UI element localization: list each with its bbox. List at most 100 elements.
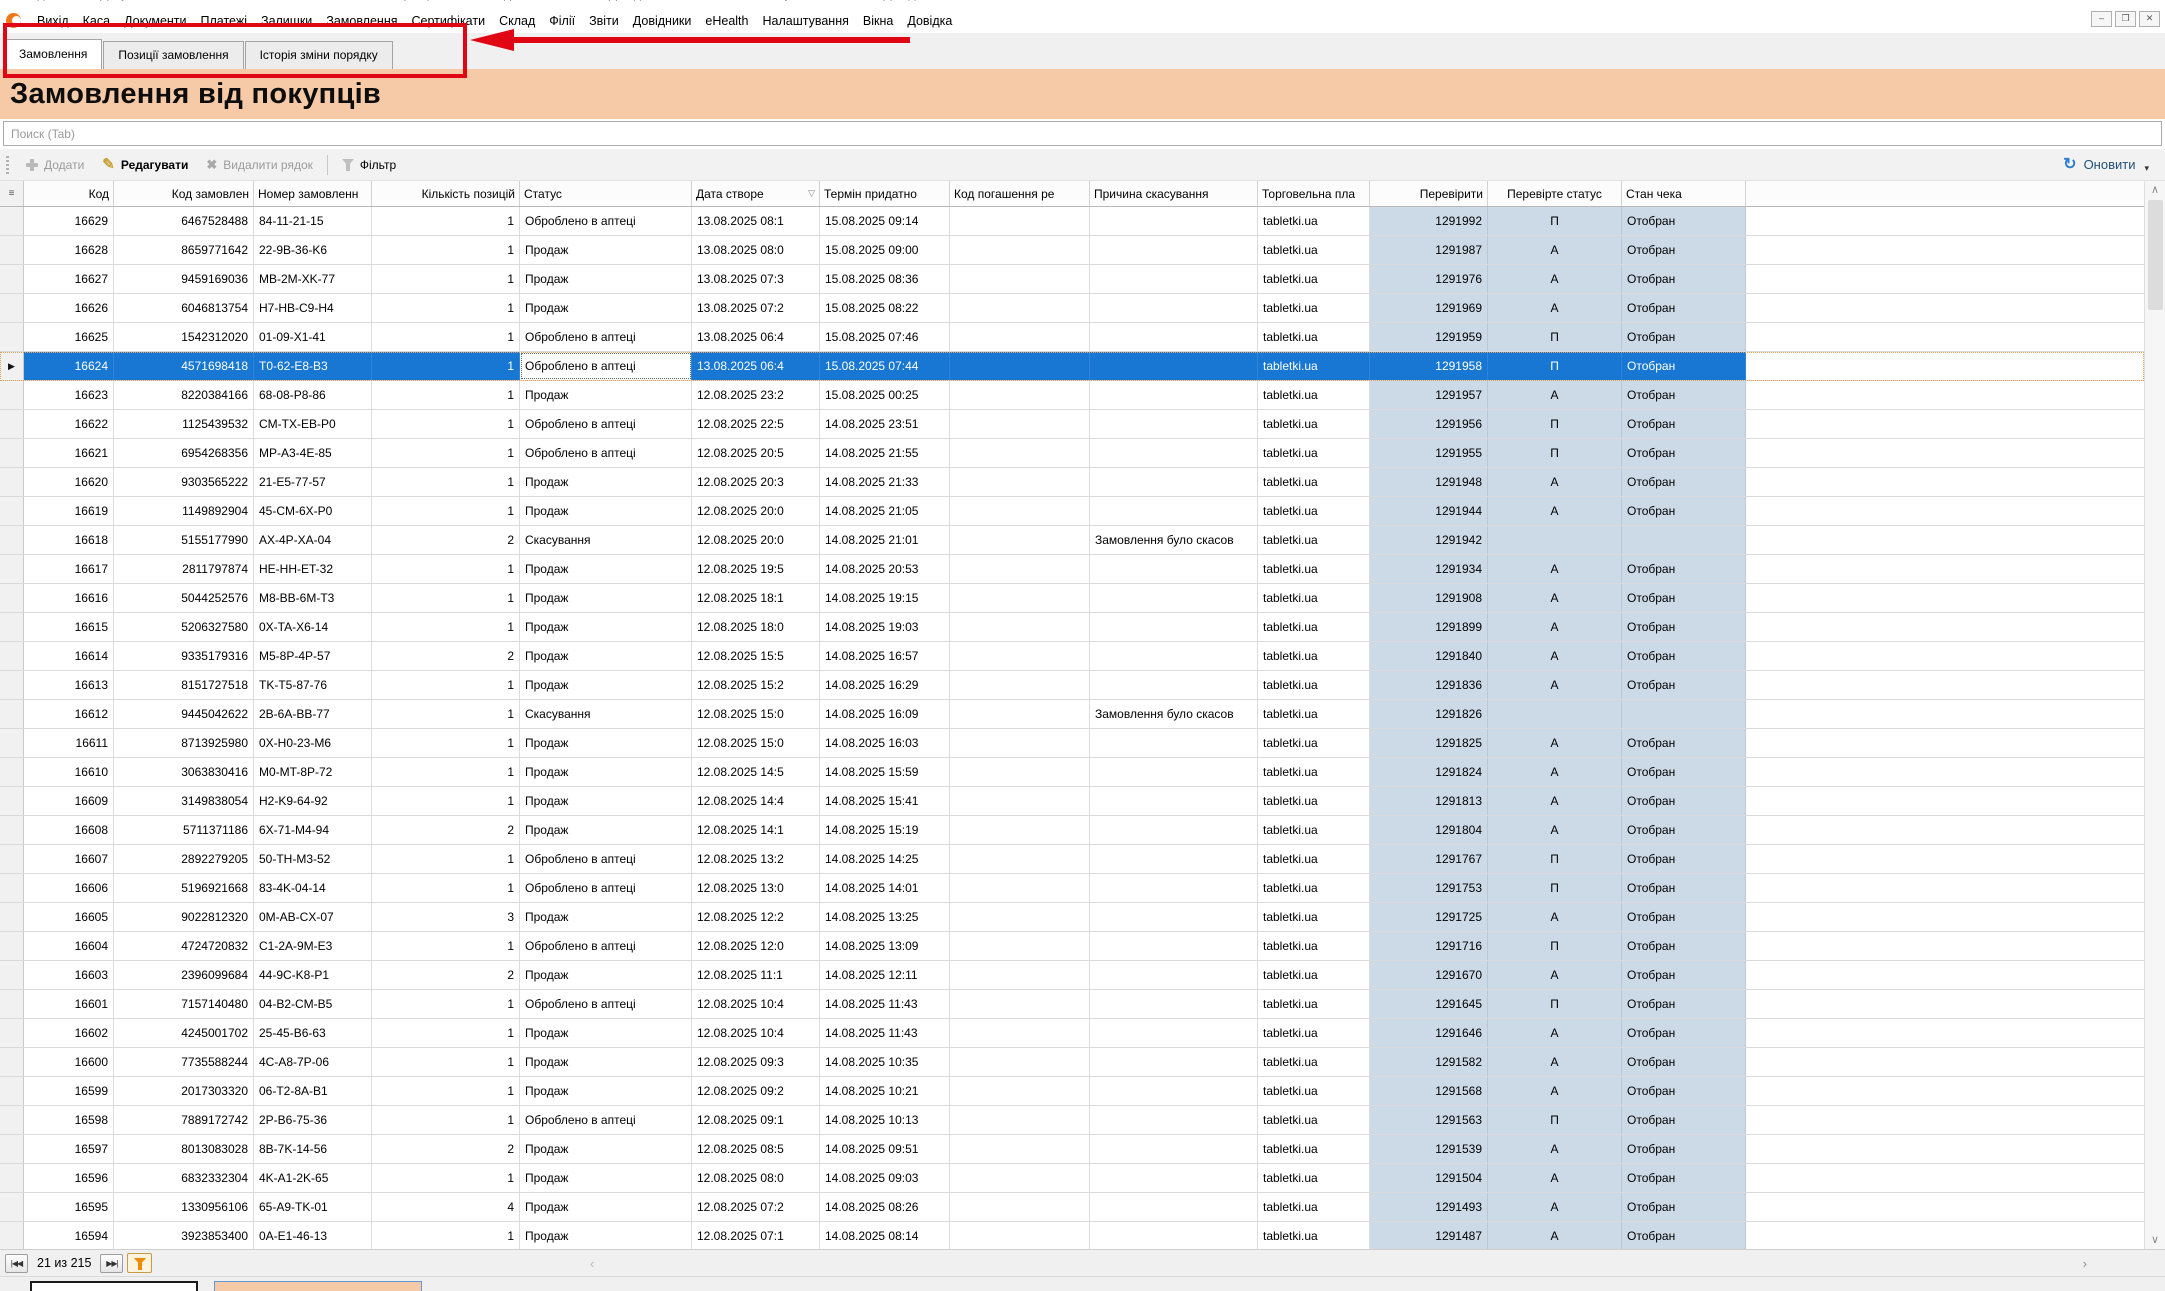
cell[interactable]: 12.08.2025 15:0 xyxy=(692,700,820,728)
cell[interactable]: Продаж xyxy=(520,1222,692,1249)
scroll-down-icon[interactable]: ∨ xyxy=(2151,1234,2159,1246)
cell[interactable]: tabletki.ua xyxy=(1258,1019,1370,1047)
cell[interactable]: 1291969 xyxy=(1370,294,1488,322)
cell[interactable]: 16603 xyxy=(24,961,114,989)
cell[interactable]: П xyxy=(1488,1106,1622,1134)
column-header[interactable]: Кількість позицій xyxy=(372,181,520,206)
cell[interactable]: Оброблено в аптеці xyxy=(520,1106,692,1134)
vertical-scroll-track[interactable] xyxy=(2145,196,2165,1234)
cell[interactable]: А xyxy=(1488,1048,1622,1076)
row-selector[interactable] xyxy=(0,410,24,438)
table-row[interactable]: 16603239609968444-9C-K8-P12Продаж12.08.2… xyxy=(0,961,2144,990)
row-selector-current[interactable]: ▶ xyxy=(0,352,24,380)
cell[interactable]: 16625 xyxy=(24,323,114,351)
cell[interactable]: 12.08.2025 14:4 xyxy=(692,787,820,815)
vertical-scrollbar[interactable]: ∧ ∨ xyxy=(2144,181,2165,1249)
menu-item[interactable]: Вікна xyxy=(856,14,900,28)
grid-filter-toggle-button[interactable] xyxy=(127,1253,152,1273)
menu-item[interactable]: Налаштування xyxy=(755,14,855,28)
cell[interactable]: 1 xyxy=(372,207,520,235)
cell[interactable]: tabletki.ua xyxy=(1258,497,1370,525)
cell[interactable]: 14.08.2025 21:05 xyxy=(820,497,950,525)
cell[interactable]: 14.08.2025 15:59 xyxy=(820,758,950,786)
cell[interactable] xyxy=(950,584,1090,612)
cell[interactable]: Продаж xyxy=(520,758,692,786)
row-selector[interactable] xyxy=(0,1019,24,1047)
row-selector[interactable] xyxy=(0,1048,24,1076)
menu-item[interactable]: Замовлення xyxy=(319,14,404,28)
cell[interactable]: 12.08.2025 19:5 xyxy=(692,555,820,583)
cell[interactable]: 1 xyxy=(372,410,520,438)
last-record-button[interactable]: ▶▶| xyxy=(100,1254,123,1273)
row-selector[interactable] xyxy=(0,729,24,757)
cell[interactable] xyxy=(1090,1222,1258,1249)
minimize-button[interactable]: – xyxy=(2091,11,2112,27)
cell[interactable] xyxy=(950,207,1090,235)
cell[interactable] xyxy=(1090,642,1258,670)
cell[interactable]: 14.08.2025 14:25 xyxy=(820,845,950,873)
menu-item[interactable]: Сертифікати xyxy=(405,14,493,28)
table-row[interactable]: 166172811797874HE-HH-ET-321Продаж12.08.2… xyxy=(0,555,2144,584)
row-selector[interactable] xyxy=(0,1193,24,1221)
cell[interactable]: А xyxy=(1488,1222,1622,1249)
cell[interactable] xyxy=(1090,410,1258,438)
cell[interactable]: 1 xyxy=(372,439,520,467)
cell[interactable]: 06-T2-8A-B1 xyxy=(254,1077,372,1105)
cell[interactable]: 14.08.2025 16:03 xyxy=(820,729,950,757)
table-row[interactable]: 166044724720832C1-2A-9M-E31Оброблено в а… xyxy=(0,932,2144,961)
cell[interactable]: Отобран xyxy=(1622,1048,1746,1076)
cell[interactable]: 16601 xyxy=(24,990,114,1018)
cell[interactable]: 15.08.2025 09:00 xyxy=(820,236,950,264)
cell[interactable] xyxy=(950,816,1090,844)
row-selector[interactable] xyxy=(0,874,24,902)
cell[interactable]: 50-TH-M3-52 xyxy=(254,845,372,873)
cell[interactable]: 1291957 xyxy=(1370,381,1488,409)
cell[interactable]: П xyxy=(1488,439,1622,467)
cell[interactable] xyxy=(1090,323,1258,351)
cell[interactable]: 16610 xyxy=(24,758,114,786)
cell[interactable]: 1291804 xyxy=(1370,816,1488,844)
cell[interactable] xyxy=(950,671,1090,699)
cell[interactable]: 1 xyxy=(372,497,520,525)
cell[interactable]: M0-MT-8P-72 xyxy=(254,758,372,786)
row-selector[interactable] xyxy=(0,584,24,612)
cell[interactable]: Оброблено в аптеці xyxy=(520,410,692,438)
table-row[interactable]: 166185155177990AX-4P-XA-042Скасування12.… xyxy=(0,526,2144,555)
cell[interactable]: 22-9B-36-K6 xyxy=(254,236,372,264)
table-row[interactable]: 1660857113711866X-71-M4-942Продаж12.08.2… xyxy=(0,816,2144,845)
cell[interactable]: 4724720832 xyxy=(114,932,254,960)
cell[interactable] xyxy=(1090,1048,1258,1076)
cell[interactable]: H2-K9-64-92 xyxy=(254,787,372,815)
cell[interactable] xyxy=(950,265,1090,293)
cell[interactable] xyxy=(1090,787,1258,815)
cell[interactable]: 12.08.2025 07:2 xyxy=(692,1193,820,1221)
cell[interactable]: 1291934 xyxy=(1370,555,1488,583)
table-row[interactable]: 166165044252576M8-BB-6M-T31Продаж12.08.2… xyxy=(0,584,2144,613)
cell[interactable] xyxy=(950,845,1090,873)
cell[interactable] xyxy=(950,990,1090,1018)
refresh-button[interactable]: ↻ Оновити ▾ xyxy=(2063,155,2159,174)
cell[interactable]: 1 xyxy=(372,352,520,380)
cell[interactable]: Отобран xyxy=(1622,323,1746,351)
cell[interactable]: 16614 xyxy=(24,642,114,670)
column-header[interactable]: Торговельна пла xyxy=(1258,181,1370,206)
cell[interactable]: 1 xyxy=(372,584,520,612)
cell[interactable]: 8713925980 xyxy=(114,729,254,757)
cell[interactable]: 6954268356 xyxy=(114,439,254,467)
cell[interactable] xyxy=(1622,526,1746,554)
row-selector[interactable] xyxy=(0,613,24,641)
cell[interactable]: 44-9C-K8-P1 xyxy=(254,961,372,989)
cell[interactable]: 1 xyxy=(372,555,520,583)
table-row[interactable]: 16599201730332006-T2-8A-B11Продаж12.08.2… xyxy=(0,1077,2144,1106)
table-row[interactable]: 16606519692166883-4K-04-141Оброблено в а… xyxy=(0,874,2144,903)
search-input[interactable] xyxy=(3,121,2162,146)
cell[interactable]: 4245001702 xyxy=(114,1019,254,1047)
cell[interactable]: Продаж xyxy=(520,1193,692,1221)
cell[interactable]: 12.08.2025 20:5 xyxy=(692,439,820,467)
row-selector[interactable] xyxy=(0,758,24,786)
cell[interactable]: А xyxy=(1488,613,1622,641)
table-row[interactable]: 16602424500170225-45-B6-631Продаж12.08.2… xyxy=(0,1019,2144,1048)
cell[interactable]: Продаж xyxy=(520,555,692,583)
cell[interactable]: 16595 xyxy=(24,1193,114,1221)
cell[interactable]: 1291942 xyxy=(1370,526,1488,554)
